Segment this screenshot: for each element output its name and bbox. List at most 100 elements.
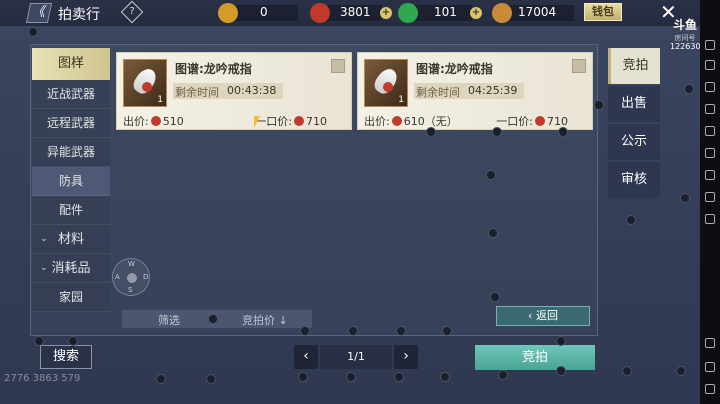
ring-icon (371, 65, 401, 97)
gold-token-icon (218, 3, 238, 23)
chevron-down-icon: ⌄ (40, 263, 48, 273)
feather-icon (492, 3, 512, 23)
favorite-icon[interactable] (331, 59, 345, 73)
toolbar-button[interactable] (703, 126, 717, 137)
add-red-coin-button[interactable]: + (380, 7, 392, 19)
item-name: 图谱:龙吟戒指 (416, 62, 493, 76)
recent-nav-button[interactable] (703, 384, 717, 395)
item-count: 1 (157, 95, 163, 105)
tab-review[interactable]: 审核 (608, 162, 660, 198)
back-nav-button[interactable] (703, 338, 717, 349)
page-title: 拍卖行 (58, 7, 100, 23)
bid-value: 510 (162, 115, 184, 128)
category-consumables[interactable]: ⌄ 消耗品 (32, 254, 110, 283)
red-coin-icon (310, 3, 330, 23)
toolbar-button[interactable] (703, 192, 717, 203)
stream-watermark: 斗鱼 房间号 (668, 16, 702, 43)
return-button[interactable]: ‹ 返回 (496, 306, 590, 326)
category-psionic-weapons[interactable]: 异能武器 (32, 138, 110, 167)
sort-by-bid-button[interactable]: 竞拍价 ↓ (242, 312, 288, 328)
toolbar-button[interactable] (703, 60, 717, 71)
watermark-logo: 斗鱼 (672, 18, 697, 32)
buyout-price: 一口价: 710 (255, 113, 327, 129)
return-label: 返回 (535, 309, 558, 322)
key-marker (440, 372, 450, 382)
next-page-button[interactable]: › (394, 345, 418, 369)
bid-button[interactable]: 竞拍 (475, 345, 595, 370)
key-marker (684, 84, 694, 94)
wallet-button[interactable]: 钱包 (584, 3, 622, 21)
category-label: 材料 (57, 232, 84, 247)
buyout-label: 一口价: (255, 115, 292, 128)
toolbar-button[interactable] (703, 148, 717, 159)
back-button[interactable]: 《 (25, 3, 53, 23)
coin-icon (391, 116, 402, 126)
key-marker (492, 127, 502, 137)
key-marker (34, 336, 44, 346)
home-nav-button[interactable] (703, 362, 717, 373)
category-sidebar: 图样 近战武器 远程武器 异能武器 防具 配件 ⌄ 材料 ⌄ 消耗品 家园 (32, 48, 110, 312)
key-marker (622, 366, 632, 376)
joystick-thumb (127, 273, 137, 283)
category-label: 消耗品 (51, 261, 91, 276)
toolbar-button[interactable] (703, 214, 717, 225)
resource-value: 17004 (518, 5, 557, 19)
joystick-up-key: W (128, 260, 135, 268)
overlay-numbers: 2776 3863 579 (4, 373, 81, 384)
joystick-right-key: D (143, 273, 149, 281)
add-jade-button[interactable]: + (470, 7, 482, 19)
right-tab-bar: 竞拍 出售 公示 审核 (608, 48, 660, 200)
key-marker (426, 127, 436, 137)
tab-bid[interactable]: 竞拍 (608, 48, 660, 84)
tab-sell[interactable]: 出售 (608, 86, 660, 122)
item-count: 1 (398, 95, 404, 105)
virtual-joystick[interactable]: W A D S (112, 258, 150, 296)
time-left-value: 04:25:39 (468, 84, 518, 97)
listing-card[interactable]: 1 图谱:龙吟戒指 剩余时间 04:25:39 出价: 610（无） 一口价: 71… (357, 52, 593, 130)
toolbar-button[interactable] (703, 40, 717, 51)
key-marker (346, 372, 356, 382)
category-header[interactable]: 图样 (32, 48, 110, 80)
key-marker (490, 292, 500, 302)
toolbar-button[interactable] (703, 82, 717, 93)
toolbar-button[interactable] (703, 170, 717, 181)
time-left-value: 00:43:38 (227, 84, 277, 97)
search-button[interactable]: 搜索 (40, 345, 92, 369)
item-name: 图谱:龙吟戒指 (175, 62, 252, 76)
mouse-cursor-icon (254, 116, 260, 128)
tab-public[interactable]: 公示 (608, 124, 660, 160)
key-marker (394, 372, 404, 382)
key-marker (28, 27, 38, 37)
key-marker (626, 215, 636, 225)
category-armor[interactable]: 防具 (32, 167, 110, 196)
key-marker (396, 326, 406, 336)
page-indicator: 1/1 (320, 345, 392, 369)
category-accessories[interactable]: 配件 (32, 196, 110, 225)
category-ranged-weapons[interactable]: 远程武器 (32, 109, 110, 138)
key-marker (208, 314, 218, 324)
category-melee-weapons[interactable]: 近战武器 (32, 80, 110, 109)
category-home[interactable]: 家园 (32, 283, 110, 312)
favorite-icon[interactable] (572, 59, 586, 73)
time-left-label: 剩余时间 (416, 86, 460, 99)
resource-value: 101 (434, 5, 457, 19)
coin-icon (150, 116, 161, 126)
buyout-value: 710 (306, 115, 327, 128)
key-marker (556, 336, 566, 346)
bid-label: 出价: (123, 115, 149, 128)
filter-button[interactable]: 筛选 (158, 312, 180, 328)
key-marker (486, 170, 496, 180)
buyout-value: 710 (547, 115, 568, 128)
toolbar-button[interactable] (703, 104, 717, 115)
key-marker (488, 228, 498, 238)
buyout-price: 一口价: 710 (496, 113, 568, 129)
category-materials[interactable]: ⌄ 材料 (32, 225, 110, 254)
key-marker (300, 326, 310, 336)
prev-page-button[interactable]: ‹ (294, 345, 318, 369)
joystick-down-key: S (128, 286, 133, 294)
gem-icon (142, 82, 152, 92)
listing-card[interactable]: 1 图谱:龙吟戒指 剩余时间 00:43:38 出价: 510 一口价: 710 (116, 52, 352, 130)
key-marker (594, 100, 604, 110)
device-toolbar (700, 0, 720, 404)
joystick-left-key: A (115, 273, 120, 281)
